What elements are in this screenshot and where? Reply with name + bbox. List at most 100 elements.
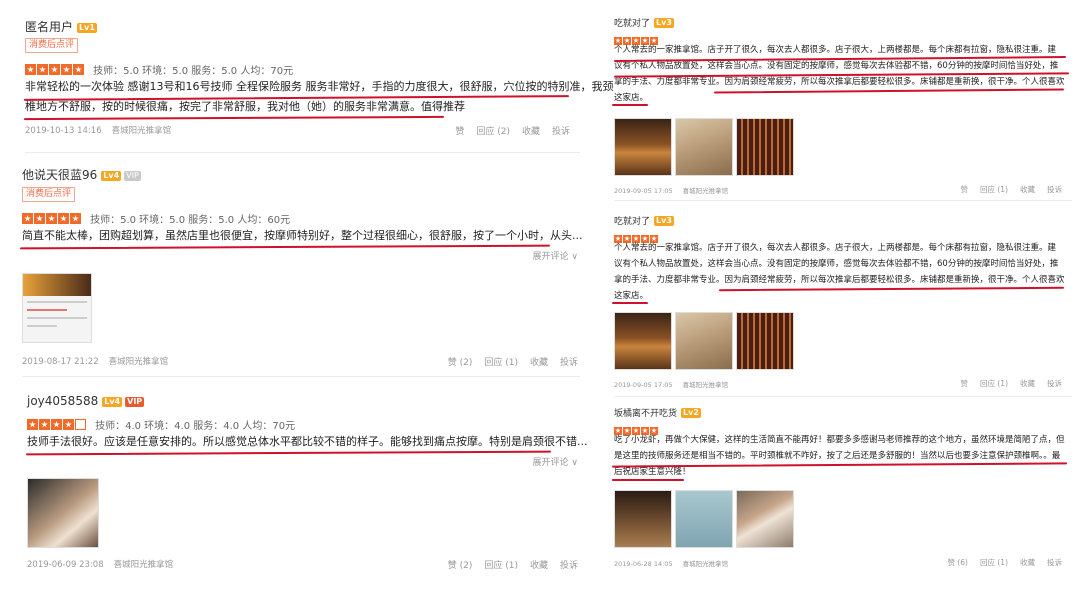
- like-button[interactable]: 赞: [960, 185, 968, 194]
- review-date: 2019-09-05 17:05: [614, 187, 673, 195]
- like-button[interactable]: 赞: [455, 127, 464, 137]
- user-name[interactable]: 吃就对了 Lv3: [614, 16, 674, 29]
- user-name[interactable]: 匿名用户 Lv1: [25, 18, 97, 35]
- review-text: 吃了小龙虾，再做个大保健，这样的生活简直不能再好！都要多多感谢马老师推荐的这个地…: [614, 432, 1074, 480]
- divider: [22, 376, 580, 377]
- review-date: 2019-06-28 14:05: [614, 560, 673, 568]
- photo-detail: [23, 274, 91, 296]
- star-icon: [49, 64, 60, 75]
- report-button[interactable]: 投诉: [560, 561, 578, 571]
- favorite-button[interactable]: 收藏: [530, 561, 548, 571]
- review-text-line: 技师手法很好。应该是任意安排的。所以感觉总体水平都比较不错的样子。能够找到痛点按…: [27, 435, 588, 448]
- report-button[interactable]: 投诉: [1047, 185, 1062, 194]
- user-name[interactable]: 坂橘离不开吃货 Lv2: [614, 406, 701, 419]
- red-underline: [612, 479, 684, 481]
- photo-detail: [27, 325, 57, 327]
- user-name-text[interactable]: 吃就对了: [614, 217, 650, 227]
- review-text-line: 非常轻松的一次体验 感谢13号和16号技师 全程保险服务 服务非常好，手指的力度…: [25, 80, 614, 93]
- review-photo[interactable]: [614, 118, 672, 176]
- after-consumption-tag: 消费后点评: [22, 187, 76, 202]
- review-photo[interactable]: [736, 490, 794, 548]
- favorite-button[interactable]: 收藏: [522, 127, 540, 137]
- reply-button[interactable]: 回应 (1): [484, 358, 518, 368]
- reply-button[interactable]: 回应 (1): [980, 185, 1008, 194]
- report-button[interactable]: 投诉: [1047, 558, 1062, 567]
- level-badge: Lv4: [101, 171, 122, 181]
- favorite-button[interactable]: 收藏: [1020, 185, 1035, 194]
- expand-review-link[interactable]: 展开评论 ∨: [533, 455, 578, 468]
- like-button[interactable]: 赞 (6): [947, 558, 968, 567]
- star-rating: 技师：4.0 环境：4.0 服务：4.0 人均：70元: [27, 414, 295, 433]
- review-photo[interactable]: [675, 312, 733, 370]
- user-name-text[interactable]: 匿名用户: [25, 20, 73, 34]
- report-button[interactable]: 投诉: [1047, 379, 1062, 388]
- review-meta: 2019-09-05 17:05 喜城阳光推拿馆: [614, 379, 728, 389]
- review-date: 2019-08-17 21:22: [22, 357, 99, 367]
- like-button[interactable]: 赞: [960, 379, 968, 388]
- report-button[interactable]: 投诉: [552, 127, 570, 137]
- review-photo[interactable]: [736, 312, 794, 370]
- shop-link[interactable]: 喜城阳光推拿馆: [683, 187, 729, 195]
- shop-link[interactable]: 喜城阳光推拿馆: [683, 560, 729, 568]
- review-photo[interactable]: [614, 490, 672, 548]
- level-badge: Lv1: [77, 23, 97, 33]
- divider: [25, 152, 580, 153]
- review-card: 吃就对了 Lv3 个人常去的一家推拿馆。店子开了很久，每次去人都很多。店子很大，上…: [604, 0, 1080, 200]
- favorite-button[interactable]: 收藏: [1020, 379, 1035, 388]
- shop-link[interactable]: 喜城阳光推拿馆: [109, 357, 169, 367]
- review-photo[interactable]: [736, 118, 794, 176]
- review-actions: 赞 回应 (1) 收藏 投诉: [948, 184, 1062, 195]
- review-photo[interactable]: [22, 273, 92, 343]
- shop-link[interactable]: 喜城阳光推拿馆: [112, 126, 172, 136]
- review-text-line: 吃了小龙虾，再做个大保健，这样的生活简直不能再好！都要多多感谢马老师推荐的这个地…: [614, 435, 1065, 445]
- shop-link[interactable]: 喜城阳光推拿馆: [683, 381, 729, 389]
- review-text-line: 这家店。: [614, 291, 649, 301]
- review-photo[interactable]: [675, 118, 733, 176]
- photo-detail: [27, 309, 67, 311]
- star-rating: 技师：5.0 环境：5.0 服务：5.0 人均：60元: [22, 208, 290, 227]
- expand-review-link[interactable]: 展开评论 ∨: [533, 249, 578, 262]
- review-card: 匿名用户 Lv1 消费后点评 技师：5.0 环境：5.0 服务：5.0 人均：70…: [0, 0, 614, 150]
- user-name-text[interactable]: 坂橘离不开吃货: [614, 409, 677, 419]
- reply-button[interactable]: 回应 (1): [980, 379, 1008, 388]
- user-name[interactable]: joy4058588 Lv4 VIP: [27, 394, 145, 408]
- user-name[interactable]: 吃就对了 Lv3: [614, 214, 674, 227]
- star-icon: [70, 213, 81, 224]
- star-empty-icon: [75, 419, 86, 430]
- star-icon: [73, 64, 84, 75]
- review-text: 简直不能太棒，团购超划算，虽然店里也很便宜，按摩师特别好，整个过程很细心，很舒服…: [22, 226, 583, 246]
- photo-detail: [27, 301, 87, 303]
- level-badge: Lv2: [681, 408, 701, 418]
- review-actions: 赞 (2) 回应 (1) 收藏 投诉: [436, 355, 578, 368]
- divider: [614, 200, 1072, 201]
- star-icon: [39, 419, 50, 430]
- user-name-text[interactable]: 他说天很蓝96: [22, 168, 97, 182]
- shop-link[interactable]: 喜城阳光推拿馆: [114, 560, 174, 570]
- level-badge: Lv4: [102, 397, 123, 407]
- review-card: 吃就对了 Lv3 个人常去的一家推拿馆。店子开了很久，每次去人都很多。店子很大，上…: [604, 206, 1080, 396]
- like-button[interactable]: 赞 (2): [448, 561, 473, 571]
- review-meta: 2019-06-28 14:05 喜城阳光推拿馆: [614, 558, 728, 568]
- review-photo[interactable]: [614, 312, 672, 370]
- like-button[interactable]: 赞 (2): [448, 358, 473, 368]
- star-icon: [22, 213, 33, 224]
- photo-detail: [27, 317, 87, 319]
- level-badge: Lv3: [654, 18, 674, 28]
- reply-button[interactable]: 回应 (2): [476, 127, 510, 137]
- review-text-line: 简直不能太棒，团购超划算，虽然店里也很便宜，按摩师特别好，整个过程很细心，很舒服…: [22, 229, 583, 242]
- review-meta: 2019-08-17 21:22 喜城阳光推拿馆: [22, 355, 168, 367]
- review-photo[interactable]: [27, 478, 99, 548]
- review-text-line: 议有个私人物品放置处，这样会当心点。没有固定的按摩师，感觉每次去体验都不错，60…: [614, 259, 1059, 269]
- favorite-button[interactable]: 收藏: [1020, 558, 1035, 567]
- review-photo[interactable]: [675, 490, 733, 548]
- favorite-button[interactable]: 收藏: [530, 358, 548, 368]
- user-name-text[interactable]: 吃就对了: [614, 19, 650, 29]
- review-date: 2019-10-13 14:16: [25, 126, 102, 136]
- star-icon: [61, 64, 72, 75]
- report-button[interactable]: 投诉: [560, 358, 578, 368]
- user-name[interactable]: 他说天很蓝96 Lv4 VIP: [22, 166, 141, 183]
- user-name-text[interactable]: joy4058588: [27, 394, 98, 408]
- reply-button[interactable]: 回应 (1): [980, 558, 1008, 567]
- reply-button[interactable]: 回应 (1): [484, 561, 518, 571]
- star-icon: [34, 213, 45, 224]
